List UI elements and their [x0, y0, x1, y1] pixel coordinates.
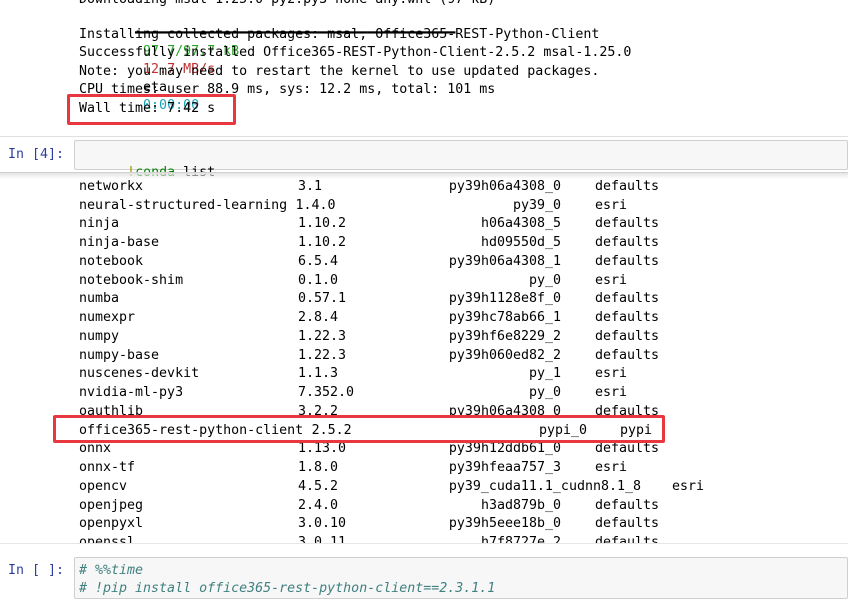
package-build: py39h06a4308_1	[448, 253, 561, 269]
package-name: neural-structured-learning	[79, 197, 288, 213]
package-build: py39hc78ab66_1	[448, 310, 561, 325]
package-name: networkx	[79, 178, 144, 194]
package-channel: defaults	[595, 328, 660, 344]
package-build: py39h5eee18b_0	[448, 516, 561, 532]
package-channel: defaults	[595, 253, 660, 269]
package-name: notebook	[79, 253, 144, 269]
code-comment-line-1: # %%time	[79, 563, 144, 578]
cell-4-selection-bar	[0, 136, 848, 137]
top-output-area: Downloading msal-1.25.0-py2.py3-none-any…	[0, 0, 848, 130]
package-build: py39_cuda11.1_cudnn8.1_8	[448, 478, 641, 494]
package-channel: defaults	[595, 310, 660, 325]
note-line: Note: you may need to restart the kernel…	[79, 64, 600, 79]
package-name: ninja-base	[79, 235, 160, 250]
package-row: ninja 1.10.2 h06a4308_5 defaults	[0, 215, 848, 234]
package-channel: esri	[595, 197, 628, 213]
wall-time-highlight	[67, 94, 236, 125]
package-channel: defaults	[595, 216, 660, 232]
install-line-1: Installing collected packages: msal, Off…	[79, 27, 600, 42]
package-build: h3ad879b_0	[480, 497, 561, 513]
package-build: py39hf6e8229_2	[448, 328, 561, 344]
cell-4-input[interactable]: !conda list	[74, 140, 848, 180]
package-channel: esri	[595, 385, 628, 400]
conda-list-output[interactable]: networkx 3.1 py39h06a4308_0 defaults neural-…	[0, 172, 848, 544]
package-build: py39hfeaa757_3	[448, 460, 561, 475]
package-row: nuscenes-devkit 1.1.3 py_1 esri	[0, 365, 848, 384]
package-name: nuscenes-devkit	[79, 366, 200, 382]
cell-next-prompt: In [ ]:	[8, 563, 65, 578]
package-row: openjpeg 2.4.0 h3ad879b_0 defaults	[0, 497, 848, 516]
package-row: neural-structured-learning 1.4.0 py39_0 esr…	[0, 197, 848, 216]
package-build: py_0	[528, 272, 561, 288]
package-name: openjpeg	[79, 497, 144, 513]
package-row: notebook-shim 0.1.0 py_0 esri	[0, 272, 848, 291]
package-channel: defaults	[595, 178, 660, 194]
package-name: onnx-tf	[79, 460, 136, 475]
package-build: py39h06a4308_0	[448, 178, 561, 194]
package-channel: esri	[595, 366, 628, 382]
package-channel: defaults	[595, 441, 660, 457]
office365-highlight	[53, 415, 665, 443]
package-build: py39h12ddb61_0	[448, 441, 561, 457]
cell-next[interactable]: In [ ]: # %%time # !pip install office36…	[0, 543, 848, 599]
package-name: nvidia-ml-py3	[79, 385, 184, 400]
package-build: py_1	[528, 366, 561, 382]
package-name: openpyxl	[79, 516, 144, 532]
package-row: onnx-tf 1.8.0 py39hfeaa757_3 esri	[0, 459, 848, 478]
package-row: networkx 3.1 py39h06a4308_0 defaults	[0, 178, 848, 197]
package-name: numexpr	[79, 310, 136, 325]
package-channel: defaults	[595, 347, 660, 363]
package-build: py39h060ed82_2	[448, 347, 561, 363]
package-row: nvidia-ml-py3 7.352.0 py_0 esri	[0, 384, 848, 403]
package-build: py39h1128e8f_0	[448, 291, 561, 307]
package-build: hd09550d_5	[480, 235, 561, 250]
package-row: notebook 6.5.4 py39h06a4308_1 defaults	[0, 253, 848, 272]
package-name: opencv	[79, 478, 128, 494]
cell-4[interactable]: In [4]: !conda list	[0, 136, 848, 180]
package-channel: defaults	[595, 235, 660, 250]
package-build: h06a4308_5	[480, 216, 561, 232]
package-row: opencv 4.5.2 py39_cuda11.1_cudnn8.1_8 esri	[0, 478, 848, 497]
package-version: 4.5.2	[298, 478, 339, 494]
package-build: py_0	[528, 385, 561, 400]
package-name: numpy-base	[79, 347, 160, 363]
package-name: onnx	[79, 441, 112, 457]
package-row: numpy 1.22.3 py39hf6e8229_2 defaults	[0, 328, 848, 347]
package-row: numexpr 2.8.4 py39hc78ab66_1 defaults	[0, 309, 848, 328]
package-name: numpy	[79, 328, 120, 344]
cell-next-input[interactable]: # %%time # !pip install office365-rest-p…	[74, 557, 848, 599]
package-row: numpy-base 1.22.3 py39h060ed82_2 defaults	[0, 347, 848, 366]
package-name: numba	[79, 291, 120, 307]
package-channel: defaults	[595, 516, 660, 532]
package-channel: esri	[672, 478, 705, 494]
package-build: py39_0	[512, 197, 561, 213]
install-line-2: Successfully installed Office365-REST-Py…	[79, 45, 632, 60]
package-row: onnx 1.13.0 py39h12ddb61_0 defaults	[0, 440, 848, 459]
package-channel: esri	[595, 272, 628, 288]
package-channel: defaults	[595, 291, 660, 307]
code-comment-line-2: # !pip install office365-rest-python-cli…	[79, 581, 496, 596]
package-row: openpyxl 3.0.10 py39h5eee18b_0 defaults	[0, 515, 848, 534]
package-channel: esri	[595, 460, 628, 475]
package-name: ninja	[79, 216, 120, 232]
cell-next-divider	[0, 543, 848, 544]
package-name: notebook-shim	[79, 272, 184, 288]
cell-4-prompt: In [4]:	[8, 147, 65, 162]
package-row: ninja-base 1.10.2 hd09550d_5 defaults	[0, 234, 848, 253]
package-channel: defaults	[595, 497, 660, 513]
package-row: numba 0.57.1 py39h1128e8f_0 defaults	[0, 290, 848, 309]
